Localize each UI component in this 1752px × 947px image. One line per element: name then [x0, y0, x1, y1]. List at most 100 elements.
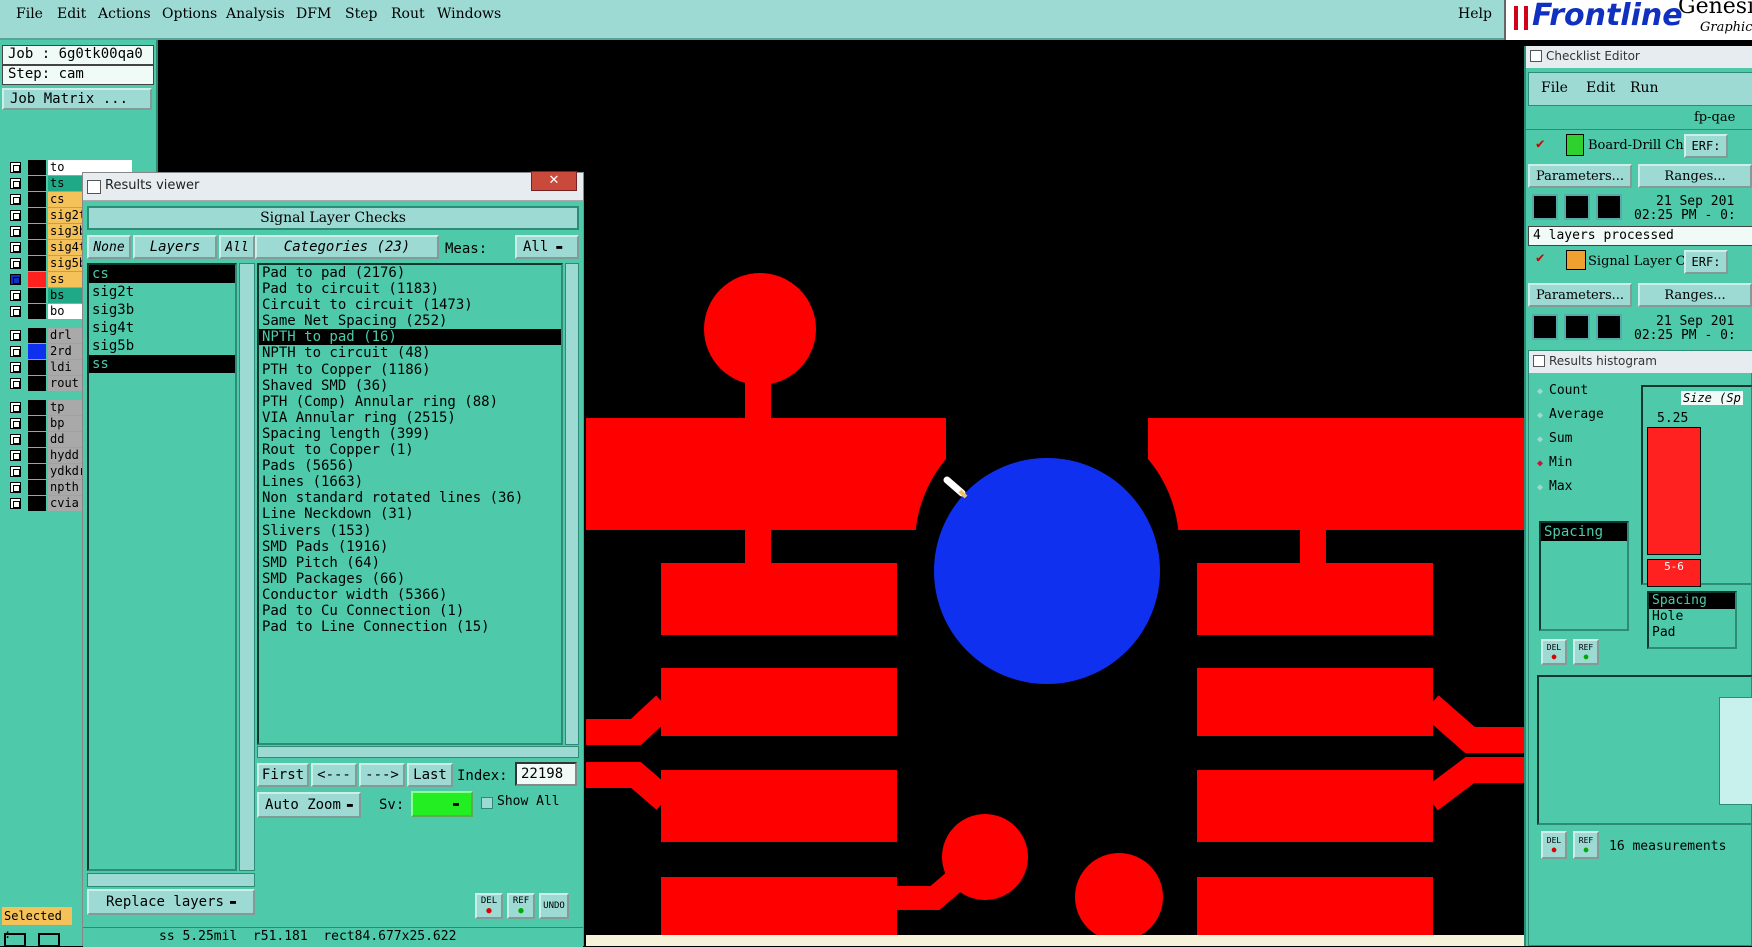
layer-swatch[interactable] — [28, 448, 46, 463]
bottom-tool-icon[interactable] — [4, 933, 26, 947]
layer-swatch[interactable] — [28, 240, 46, 255]
menu-options[interactable]: Options — [162, 6, 217, 22]
layer-list-item[interactable]: ss — [89, 355, 235, 373]
checklist-menu-file[interactable]: File — [1541, 80, 1568, 96]
histogram-list2[interactable]: Spacing Hole Pad — [1647, 591, 1737, 649]
categories-scrollbar[interactable] — [565, 263, 579, 745]
layer-checkbox[interactable] — [10, 242, 21, 253]
menu-windows[interactable]: Windows — [437, 6, 501, 22]
category-list-item[interactable]: Non standard rotated lines (36) — [259, 490, 561, 506]
layer-swatch[interactable] — [28, 496, 46, 511]
category-list-item[interactable]: Shaved SMD (36) — [259, 378, 561, 394]
category-list-item[interactable]: SMD Pitch (64) — [259, 555, 561, 571]
radio-diamond-icon[interactable]: ◆ — [1537, 410, 1543, 421]
menu-actions[interactable]: Actions — [98, 6, 151, 22]
layers-all-button[interactable]: All — [219, 235, 255, 259]
layer-list-item[interactable]: sig2t — [89, 283, 235, 301]
next-button[interactable]: ---> — [359, 763, 405, 787]
parameters-button[interactable]: Parameters... — [1528, 283, 1632, 307]
ranges-button[interactable]: Ranges... — [1638, 164, 1752, 188]
layers-hscrollbar[interactable] — [87, 873, 255, 887]
layer-checkbox[interactable] — [10, 434, 21, 445]
run-icon[interactable] — [1564, 314, 1590, 340]
results-viewer-titlebar[interactable]: Results viewer ✕ — [83, 171, 583, 201]
category-list-item[interactable]: NPTH to circuit (48) — [259, 345, 561, 361]
layer-checkbox[interactable] — [10, 402, 21, 413]
layer-checkbox[interactable] — [10, 418, 21, 429]
layer-checkbox[interactable] — [10, 466, 21, 477]
erf-button[interactable]: ERF: — [1684, 134, 1728, 158]
category-list-item[interactable]: Same Net Spacing (252) — [259, 313, 561, 329]
layer-swatch[interactable] — [28, 360, 46, 375]
category-list-item[interactable]: Conductor width (5366) — [259, 587, 561, 603]
ranges-button[interactable]: Ranges... — [1638, 283, 1752, 307]
auto-zoom-dropdown[interactable]: Auto Zoom ▬ — [257, 792, 361, 818]
menu-analysis[interactable]: Analysis — [226, 6, 285, 22]
first-button[interactable]: First — [257, 763, 309, 787]
histogram-option-min[interactable]: ◆ Min — [1537, 455, 1573, 475]
category-list-item[interactable]: Spacing length (399) — [259, 426, 561, 442]
layer-checkbox[interactable] — [10, 306, 21, 317]
category-list-item[interactable]: Pad to pad (2176) — [259, 265, 561, 281]
sv-color-dropdown[interactable]: ▬ — [411, 791, 473, 817]
hist-ref-button[interactable]: REF ● — [1573, 639, 1599, 665]
layer-swatch[interactable] — [28, 272, 46, 287]
erf-button[interactable]: ERF: — [1684, 250, 1728, 274]
radio-diamond-icon[interactable]: ◆ — [1537, 386, 1543, 397]
layers-listbox[interactable]: cs sig2t sig3b sig4t sig5b ss — [87, 263, 237, 871]
layer-swatch[interactable] — [28, 192, 46, 207]
radio-diamond-icon[interactable]: ◆ — [1537, 482, 1543, 493]
hist-del-button-2[interactable]: DEL ● — [1541, 831, 1567, 859]
category-list-item[interactable]: SMD Pads (1916) — [259, 539, 561, 555]
layer-checkbox[interactable] — [10, 274, 21, 285]
undo-button[interactable]: UNDO — [539, 893, 569, 919]
graphic-canvas[interactable] — [586, 40, 1524, 935]
layer-list-item[interactable]: sig5b — [89, 337, 235, 355]
layer-checkbox[interactable] — [10, 482, 21, 493]
layer-checkbox[interactable] — [10, 450, 21, 461]
histogram-option-count[interactable]: ◆ Count — [1537, 383, 1588, 403]
layer-swatch[interactable] — [28, 432, 46, 447]
category-list-item[interactable]: NPTH to pad (16) — [259, 329, 561, 346]
layer-swatch[interactable] — [28, 400, 46, 415]
categories-listbox[interactable]: Pad to pad (2176) Pad to circuit (1183) Ci… — [257, 263, 563, 745]
category-list-item[interactable]: Circuit to circuit (1473) — [259, 297, 561, 313]
hist-ref-button-2[interactable]: REF ● — [1573, 831, 1599, 859]
layer-checkbox[interactable] — [10, 178, 21, 189]
last-button[interactable]: Last — [407, 763, 453, 787]
category-list-item[interactable]: SMD Packages (66) — [259, 571, 561, 587]
prev-button[interactable]: <--- — [311, 763, 357, 787]
menu-help[interactable]: Help — [1458, 6, 1492, 22]
category-list-item[interactable]: Pads (5656) — [259, 458, 561, 474]
layer-swatch[interactable] — [28, 256, 46, 271]
histogram-list1[interactable]: Spacing — [1539, 521, 1629, 631]
category-list-item[interactable]: Pad to Line Connection (15) — [259, 619, 561, 635]
ref-button[interactable]: REF ● — [507, 893, 535, 919]
layer-checkbox[interactable] — [10, 290, 21, 301]
categories-hscrollbar[interactable] — [257, 746, 579, 758]
menu-file[interactable]: File — [16, 6, 43, 22]
radio-diamond-icon[interactable]: ◆ — [1537, 458, 1543, 469]
layer-swatch[interactable] — [28, 464, 46, 479]
layer-checkbox[interactable] — [10, 330, 21, 341]
layer-checkbox[interactable] — [10, 194, 21, 205]
hist-del-button[interactable]: DEL ● — [1541, 639, 1567, 665]
close-icon[interactable]: ✕ — [531, 171, 577, 191]
results-icon[interactable] — [1596, 194, 1622, 220]
layer-checkbox[interactable] — [10, 378, 21, 389]
histogram-titlebar[interactable]: Results histogram — [1529, 351, 1752, 373]
layer-swatch[interactable] — [28, 344, 46, 359]
layer-checkbox[interactable] — [10, 226, 21, 237]
results-icon[interactable] — [1596, 314, 1622, 340]
histogram-list2-item[interactable]: Spacing — [1649, 593, 1735, 609]
layers-scrollbar[interactable] — [239, 263, 255, 871]
run-icon[interactable] — [1532, 194, 1558, 220]
layer-checkbox[interactable] — [10, 346, 21, 357]
histogram-bar[interactable] — [1647, 427, 1701, 555]
replace-layers-dropdown[interactable]: Replace layers ▬ — [87, 889, 255, 915]
menu-step[interactable]: Step — [345, 6, 377, 22]
layer-list-item[interactable]: cs — [89, 265, 235, 283]
layer-checkbox[interactable] — [10, 498, 21, 509]
menu-rout[interactable]: Rout — [391, 6, 425, 22]
category-list-item[interactable]: VIA Annular ring (2515) — [259, 410, 561, 426]
